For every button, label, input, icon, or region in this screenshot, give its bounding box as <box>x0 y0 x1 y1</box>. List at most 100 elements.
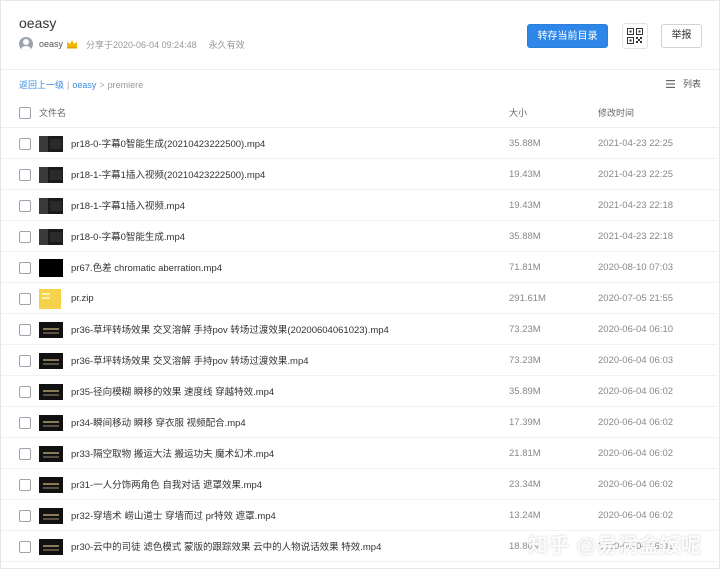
breadcrumb-arrow: > <box>99 80 105 90</box>
file-name[interactable]: pr18-0-字幕0智能生成(20210423222500).mp4 <box>71 136 265 150</box>
table-row[interactable]: pr32-穿墙术 崂山道士 穿墙而过 pr特效 遮罩.mp4 13.24M 2020… <box>1 500 720 531</box>
file-name[interactable]: pr67.色差 chromatic aberration.mp4 <box>71 260 222 274</box>
file-thumbnail <box>39 229 63 245</box>
file-name[interactable]: pr.zip <box>71 293 94 304</box>
back-link[interactable]: 返回上一级 <box>19 80 64 90</box>
row-checkbox[interactable] <box>19 479 31 491</box>
file-thumbnail <box>39 289 61 309</box>
breadcrumb: 返回上一级 | oeasy > premiere <box>19 78 143 91</box>
table-row[interactable]: pr18-1-字幕1插入视频(20210423222500).mp4 19.43M… <box>1 159 720 190</box>
row-checkbox[interactable] <box>19 541 31 553</box>
crown-icon <box>67 40 78 49</box>
file-name[interactable]: pr32-穿墙术 崂山道士 穿墙而过 pr特效 遮罩.mp4 <box>71 508 276 522</box>
file-modified-time: 2020-06-04 06:02 <box>598 509 674 521</box>
file-size: 73.23M <box>509 354 541 366</box>
table-row[interactable]: pr.zip 291.61M 2020-07-05 21:55 <box>1 283 720 314</box>
header-name[interactable]: 文件名 <box>39 106 66 119</box>
row-checkbox[interactable] <box>19 231 31 243</box>
file-size: 13.24M <box>509 509 541 521</box>
share-meta: oeasy 分享于2020-06-04 09:24:48 永久有效 <box>19 36 245 52</box>
table-body: pr18-0-字幕0智能生成(20210423222500).mp4 35.88M… <box>1 128 720 562</box>
table-row[interactable]: pr36-草坪转场效果 交叉溶解 手持pov 转场过渡效果(2020060406… <box>1 314 720 345</box>
select-all-checkbox[interactable] <box>19 107 31 119</box>
table-row[interactable]: pr18-0-字幕0智能生成.mp4 35.88M 2021-04-23 22:18 <box>1 221 720 252</box>
row-checkbox[interactable] <box>19 355 31 367</box>
file-table: 文件名 大小 修改时间 pr18-0-字幕0智能生成(2021042322250… <box>1 97 720 562</box>
list-view-icon <box>665 79 675 88</box>
watermark: 知乎 @易涡盒饭呢 <box>528 535 703 557</box>
file-modified-time: 2020-06-04 06:02 <box>598 478 674 490</box>
file-name[interactable]: pr18-0-字幕0智能生成.mp4 <box>71 229 185 243</box>
file-size: 19.43M <box>509 199 541 211</box>
file-name[interactable]: pr35-径向模糊 瞬移的效果 速度线 穿越特效.mp4 <box>71 384 274 398</box>
row-checkbox[interactable] <box>19 448 31 460</box>
row-checkbox[interactable] <box>19 262 31 274</box>
file-name[interactable]: pr33-隔空取物 搬运大法 搬运功夫 魔术幻术.mp4 <box>71 446 274 460</box>
owner-name[interactable]: oeasy <box>39 39 63 49</box>
file-name[interactable]: pr18-1-字幕1插入视频(20210423222500).mp4 <box>71 167 265 181</box>
view-mode-label: 列表 <box>682 79 701 89</box>
breadcrumb-root[interactable]: oeasy <box>72 80 96 90</box>
file-thumbnail <box>39 477 63 493</box>
file-size: 291.61M <box>509 292 546 304</box>
file-modified-time: 2021-04-23 22:18 <box>598 230 674 242</box>
file-modified-time: 2020-06-04 06:03 <box>598 354 674 366</box>
share-page: oeasy oeasy 分享于2020-06-04 09:24:48 永久有效 … <box>0 0 720 569</box>
file-name[interactable]: pr36-草坪转场效果 交叉溶解 手持pov 转场过渡效果(2020060406… <box>71 322 389 336</box>
header-divider <box>1 69 720 70</box>
file-modified-time: 2021-04-23 22:25 <box>598 168 674 180</box>
row-checkbox[interactable] <box>19 417 31 429</box>
file-thumbnail <box>39 259 63 277</box>
file-thumbnail <box>39 539 63 555</box>
row-checkbox[interactable] <box>19 200 31 212</box>
table-row[interactable]: pr31-一人分饰两角色 自我对话 遮罩效果.mp4 23.34M 2020-06-… <box>1 469 720 500</box>
file-size: 19.43M <box>509 168 541 180</box>
row-checkbox[interactable] <box>19 169 31 181</box>
file-thumbnail <box>39 198 63 214</box>
file-modified-time: 2020-06-04 06:02 <box>598 447 674 459</box>
table-row[interactable]: pr35-径向模糊 瞬移的效果 速度线 穿越特效.mp4 35.89M 2020-0… <box>1 376 720 407</box>
table-row[interactable]: pr18-1-字幕1插入视频.mp4 19.43M 2021-04-23 22:18 <box>1 190 720 221</box>
row-checkbox[interactable] <box>19 386 31 398</box>
file-size: 21.81M <box>509 447 541 459</box>
report-button[interactable]: 举报 <box>661 24 702 48</box>
file-name[interactable]: pr30-云中的司徒 滤色模式 蒙版的跟踪效果 云中的人物说话效果 特效.mp4 <box>71 539 381 553</box>
file-thumbnail <box>39 384 63 400</box>
header-time[interactable]: 修改时间 <box>598 106 634 119</box>
table-row[interactable]: pr36-草坪转场效果 交叉溶解 手持pov 转场过渡效果.mp4 73.23M 2… <box>1 345 720 376</box>
file-modified-time: 2021-04-23 22:18 <box>598 199 674 211</box>
file-modified-time: 2021-04-23 22:25 <box>598 137 674 149</box>
qrcode-button[interactable] <box>622 23 648 49</box>
row-checkbox[interactable] <box>19 138 31 150</box>
file-name[interactable]: pr31-一人分饰两角色 自我对话 遮罩效果.mp4 <box>71 477 262 491</box>
file-name[interactable]: pr34-瞬间移动 瞬移 穿衣服 视频配合.mp4 <box>71 415 246 429</box>
header-size[interactable]: 大小 <box>509 106 527 119</box>
file-thumbnail <box>39 167 63 183</box>
table-row[interactable]: pr67.色差 chromatic aberration.mp4 71.81M 20… <box>1 252 720 283</box>
row-checkbox[interactable] <box>19 324 31 336</box>
file-thumbnail <box>39 508 63 524</box>
file-size: 73.23M <box>509 323 541 335</box>
file-thumbnail <box>39 136 63 152</box>
share-time: 分享于2020-06-04 09:24:48 <box>86 39 197 50</box>
row-checkbox[interactable] <box>19 293 31 305</box>
file-size: 35.88M <box>509 230 541 242</box>
file-size: 35.89M <box>509 385 541 397</box>
table-row[interactable]: pr33-隔空取物 搬运大法 搬运功夫 魔术幻术.mp4 21.81M 2020-0… <box>1 438 720 469</box>
file-thumbnail <box>39 415 63 431</box>
validity-text: 永久有效 <box>208 39 245 50</box>
save-to-directory-button[interactable]: 转存当前目录 <box>527 24 608 48</box>
file-name[interactable]: pr36-草坪转场效果 交叉溶解 手持pov 转场过渡效果.mp4 <box>71 353 309 367</box>
avatar[interactable] <box>19 37 33 51</box>
table-row[interactable]: pr34-瞬间移动 瞬移 穿衣服 视频配合.mp4 17.39M 2020-06-0… <box>1 407 720 438</box>
table-row[interactable]: pr18-0-字幕0智能生成(20210423222500).mp4 35.88M… <box>1 128 720 159</box>
view-mode-toggle[interactable]: 列表 <box>665 77 701 90</box>
qrcode-icon <box>627 28 643 44</box>
file-size: 35.88M <box>509 137 541 149</box>
breadcrumb-separator: | <box>67 80 70 90</box>
file-name[interactable]: pr18-1-字幕1插入视频.mp4 <box>71 198 185 212</box>
file-modified-time: 2020-08-10 07:03 <box>598 261 674 273</box>
file-modified-time: 2020-06-04 06:02 <box>598 416 674 428</box>
row-checkbox[interactable] <box>19 510 31 522</box>
file-thumbnail <box>39 446 63 462</box>
